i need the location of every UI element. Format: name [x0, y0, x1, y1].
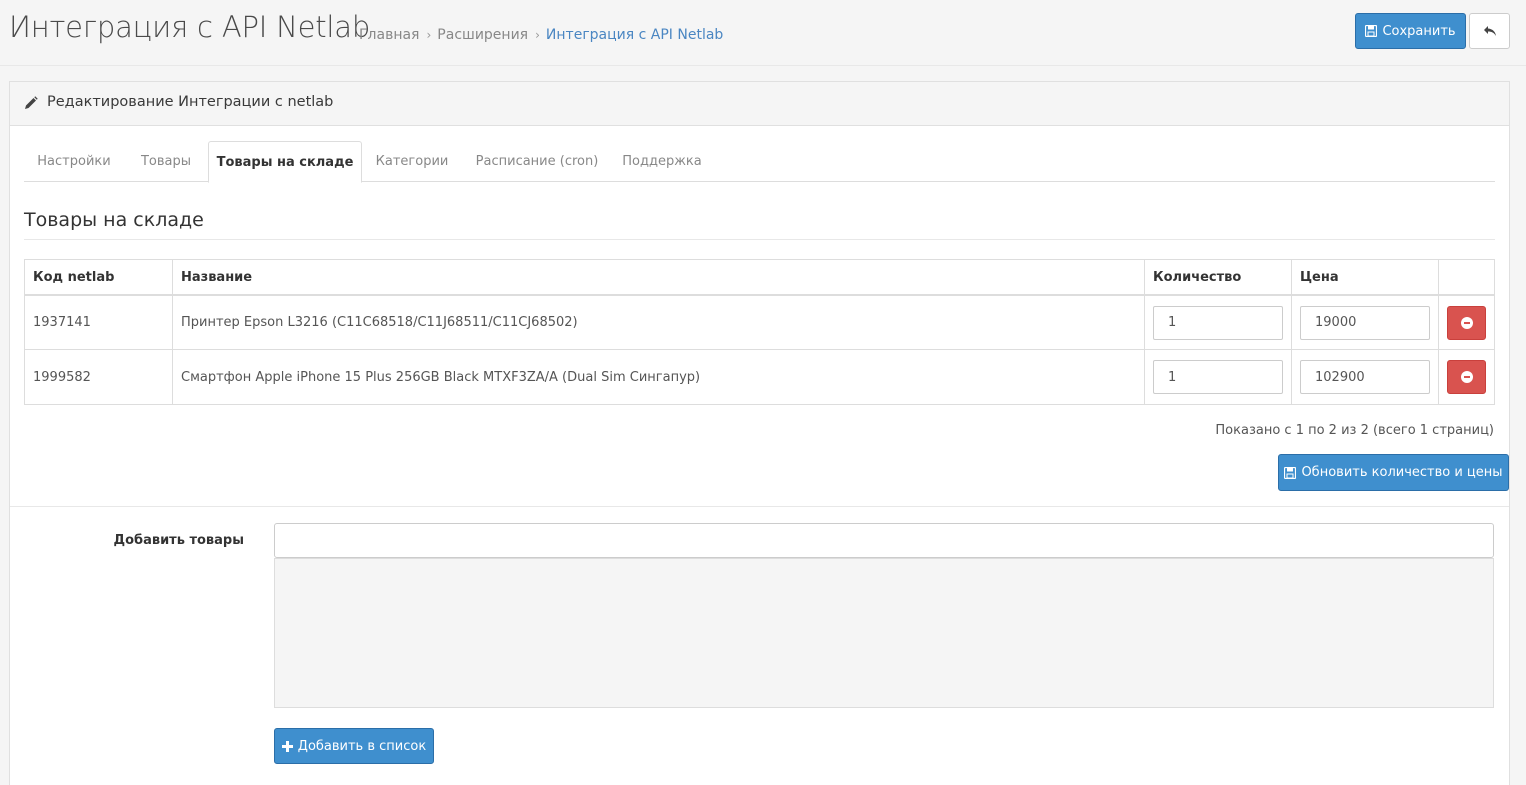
table-header: Код netlab Название Количество Цена: [25, 260, 1494, 296]
add-products-input[interactable]: [274, 523, 1494, 558]
table-row: 1937141 Принтер Epson L3216 (C11C68518/C…: [25, 296, 1494, 350]
quantity-input[interactable]: [1153, 360, 1283, 394]
back-button[interactable]: [1469, 13, 1510, 49]
page-header: Интеграция с API Netlab Главная › Расширен…: [0, 0, 1526, 66]
tab-categories[interactable]: Категории: [362, 141, 462, 182]
pencil-icon: [25, 96, 38, 109]
breadcrumb-extensions[interactable]: Расширения: [437, 27, 528, 43]
main-panel: Редактирование Интеграции с netlab Настр…: [9, 81, 1510, 785]
tab-stock-products[interactable]: Товары на складе: [208, 141, 362, 183]
save-button-label: Сохранить: [1382, 23, 1456, 39]
breadcrumb-current[interactable]: Интеграция с API Netlab: [546, 27, 723, 43]
tab-settings[interactable]: Настройки: [24, 141, 124, 182]
tab-products[interactable]: Товары: [124, 141, 208, 182]
add-products-list[interactable]: [274, 558, 1494, 708]
section-divider: [10, 506, 1509, 507]
panel-heading: Редактирование Интеграции с netlab: [10, 82, 1509, 126]
row-name: Смартфон Apple iPhone 15 Plus 256GB Blac…: [172, 350, 1144, 404]
save-button[interactable]: Сохранить: [1355, 13, 1466, 49]
breadcrumb-separator-icon: ›: [426, 28, 432, 42]
row-code: 1999582: [33, 369, 91, 385]
header-actions: [1438, 260, 1494, 294]
minus-circle-icon: [1460, 316, 1473, 329]
row-price-cell: [1291, 296, 1438, 349]
price-input[interactable]: [1300, 360, 1430, 394]
floppy-disk-icon: [1365, 25, 1378, 37]
header-name: Название: [172, 260, 1144, 294]
header-code: Код netlab: [33, 269, 115, 285]
add-products-label: Добавить товары: [113, 533, 244, 548]
update-button-label: Обновить количество и цены: [1301, 465, 1503, 480]
remove-row-button[interactable]: [1447, 360, 1486, 394]
row-price-cell: [1291, 350, 1438, 404]
update-quantity-price-button[interactable]: Обновить количество и цены: [1278, 454, 1509, 491]
row-quantity-cell: [1144, 350, 1291, 404]
plus-icon: [281, 740, 293, 752]
section-divider: [24, 239, 1495, 240]
row-code: 1937141: [33, 315, 91, 330]
row-name: Принтер Epson L3216 (C11C68518/C11J68511…: [172, 296, 1144, 349]
add-to-list-button[interactable]: Добавить в список: [274, 728, 434, 764]
breadcrumb-separator-icon: ›: [535, 28, 540, 42]
breadcrumb: Главная › Расширения › Интеграция с API Netl…: [359, 27, 723, 43]
add-button-label: Добавить в список: [297, 738, 427, 754]
stock-table: Код netlab Название Количество Цена 1937…: [24, 259, 1495, 405]
row-actions: [1438, 350, 1494, 404]
pagination-info: Показано с 1 по 2 из 2 (всего 1 страниц): [1215, 423, 1494, 438]
header-quantity: Количество: [1144, 260, 1291, 294]
breadcrumb-home[interactable]: Главная: [359, 27, 419, 43]
minus-circle-icon: [1460, 371, 1473, 383]
row-quantity-cell: [1144, 296, 1291, 349]
section-title: Товары на складе: [24, 209, 204, 231]
floppy-disk-icon: [1284, 466, 1297, 479]
header-price: Цена: [1291, 260, 1438, 294]
remove-row-button[interactable]: [1447, 305, 1486, 340]
price-input[interactable]: [1300, 305, 1430, 340]
reply-icon: [1483, 26, 1496, 36]
table-row: 1999582 Смартфон Apple iPhone 15 Plus 25…: [25, 350, 1494, 404]
tab-support[interactable]: Поддержка: [612, 141, 712, 182]
tab-schedule[interactable]: Расписание (cron): [462, 141, 612, 182]
quantity-input[interactable]: [1153, 305, 1283, 340]
row-actions: [1438, 296, 1494, 349]
page-title: Интеграция с API Netlab: [9, 10, 371, 44]
tab-bar: Настройки Товары Товары на складе Катего…: [24, 141, 1495, 183]
panel-title: Редактирование Интеграции с netlab: [47, 94, 334, 110]
